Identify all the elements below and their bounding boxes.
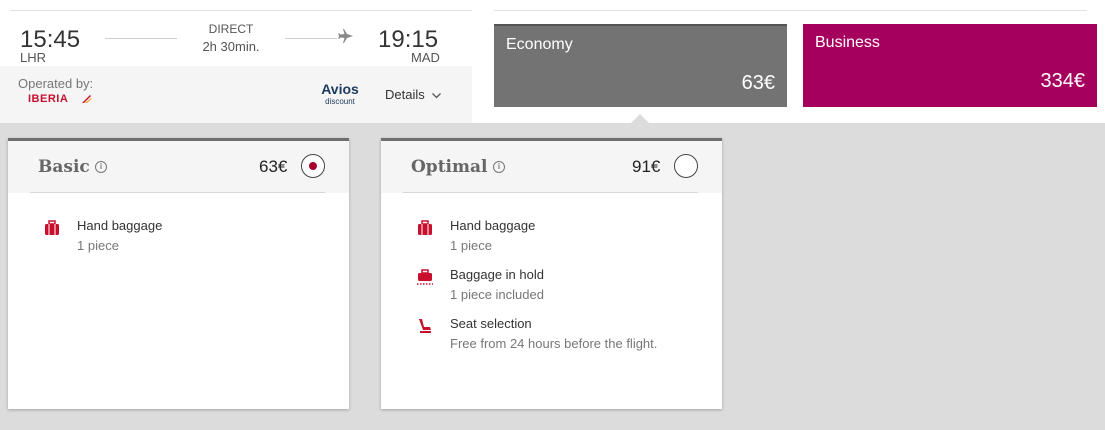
operated-by-label: Operated by: <box>18 76 94 91</box>
fare-header: Basic i 63€ <box>8 141 349 193</box>
feature-description: Free from 24 hours before the flight. <box>450 336 658 351</box>
operated-by-section: Operated by: IBERIA Avios discount Detai… <box>0 66 472 123</box>
route-type: DIRECT <box>208 22 254 36</box>
fare-card-optimal[interactable]: Optimal i 91€ Hand baggage 1 piece Bagga… <box>381 138 722 409</box>
feature-title: Hand baggage <box>450 218 536 233</box>
cabin-business-option[interactable]: Business 334€ <box>803 24 1097 107</box>
cabin-economy-name: Economy <box>506 36 573 53</box>
fare-price: 91€ <box>632 157 661 176</box>
fare-title: Optimal <box>411 157 488 177</box>
hand-baggage-icon <box>45 220 59 235</box>
feature-title: Baggage in hold <box>450 267 544 282</box>
route-line-left <box>105 38 177 39</box>
hold-baggage-icon <box>417 269 433 285</box>
plane-icon <box>338 28 354 49</box>
divider <box>10 10 472 11</box>
fare-header: Optimal i 91€ <box>381 141 722 193</box>
seat-icon <box>419 319 431 333</box>
feature-description: 1 piece <box>450 238 492 253</box>
cabin-business-name: Business <box>815 34 880 51</box>
fare-radio-optimal[interactable] <box>674 154 698 178</box>
arrival-airport-code: MAD <box>411 50 440 65</box>
feature-description: 1 piece <box>77 238 119 253</box>
fare-title: Basic <box>38 157 90 177</box>
route-line-right <box>285 38 337 39</box>
avios-discount-badge: Avios discount <box>320 81 360 106</box>
selected-cabin-pointer <box>631 114 649 123</box>
avios-label: Avios <box>321 81 359 97</box>
divider <box>403 192 698 193</box>
chevron-down-icon <box>432 90 442 102</box>
feature-description: 1 piece included <box>450 287 544 302</box>
iberia-mark-icon <box>82 95 92 103</box>
fare-price: 63€ <box>259 157 288 176</box>
cabin-economy-price: 63€ <box>741 72 775 94</box>
fare-card-basic[interactable]: Basic i 63€ Hand baggage 1 piece <box>8 138 349 409</box>
flight-duration: 2h 30min. <box>202 39 260 54</box>
airline-logo: IBERIA <box>28 93 69 105</box>
cabin-economy-option[interactable]: Economy 63€ <box>494 24 787 107</box>
departure-airport-code: LHR <box>20 50 47 65</box>
info-icon[interactable]: i <box>493 161 505 173</box>
flight-summary: 15:45 LHR DIRECT 2h 30min. 19:15 MAD Ope… <box>0 0 472 123</box>
divider <box>30 192 325 193</box>
details-label: Details <box>385 87 425 102</box>
cabin-business-price: 334€ <box>1040 70 1086 92</box>
details-toggle[interactable]: Details <box>385 87 442 102</box>
hand-baggage-icon <box>418 220 432 235</box>
avios-sub-label: discount <box>325 97 355 106</box>
divider <box>494 10 1087 11</box>
info-icon[interactable]: i <box>95 161 107 173</box>
fare-radio-basic[interactable] <box>301 154 325 178</box>
feature-title: Hand baggage <box>77 218 163 233</box>
feature-title: Seat selection <box>450 316 532 331</box>
